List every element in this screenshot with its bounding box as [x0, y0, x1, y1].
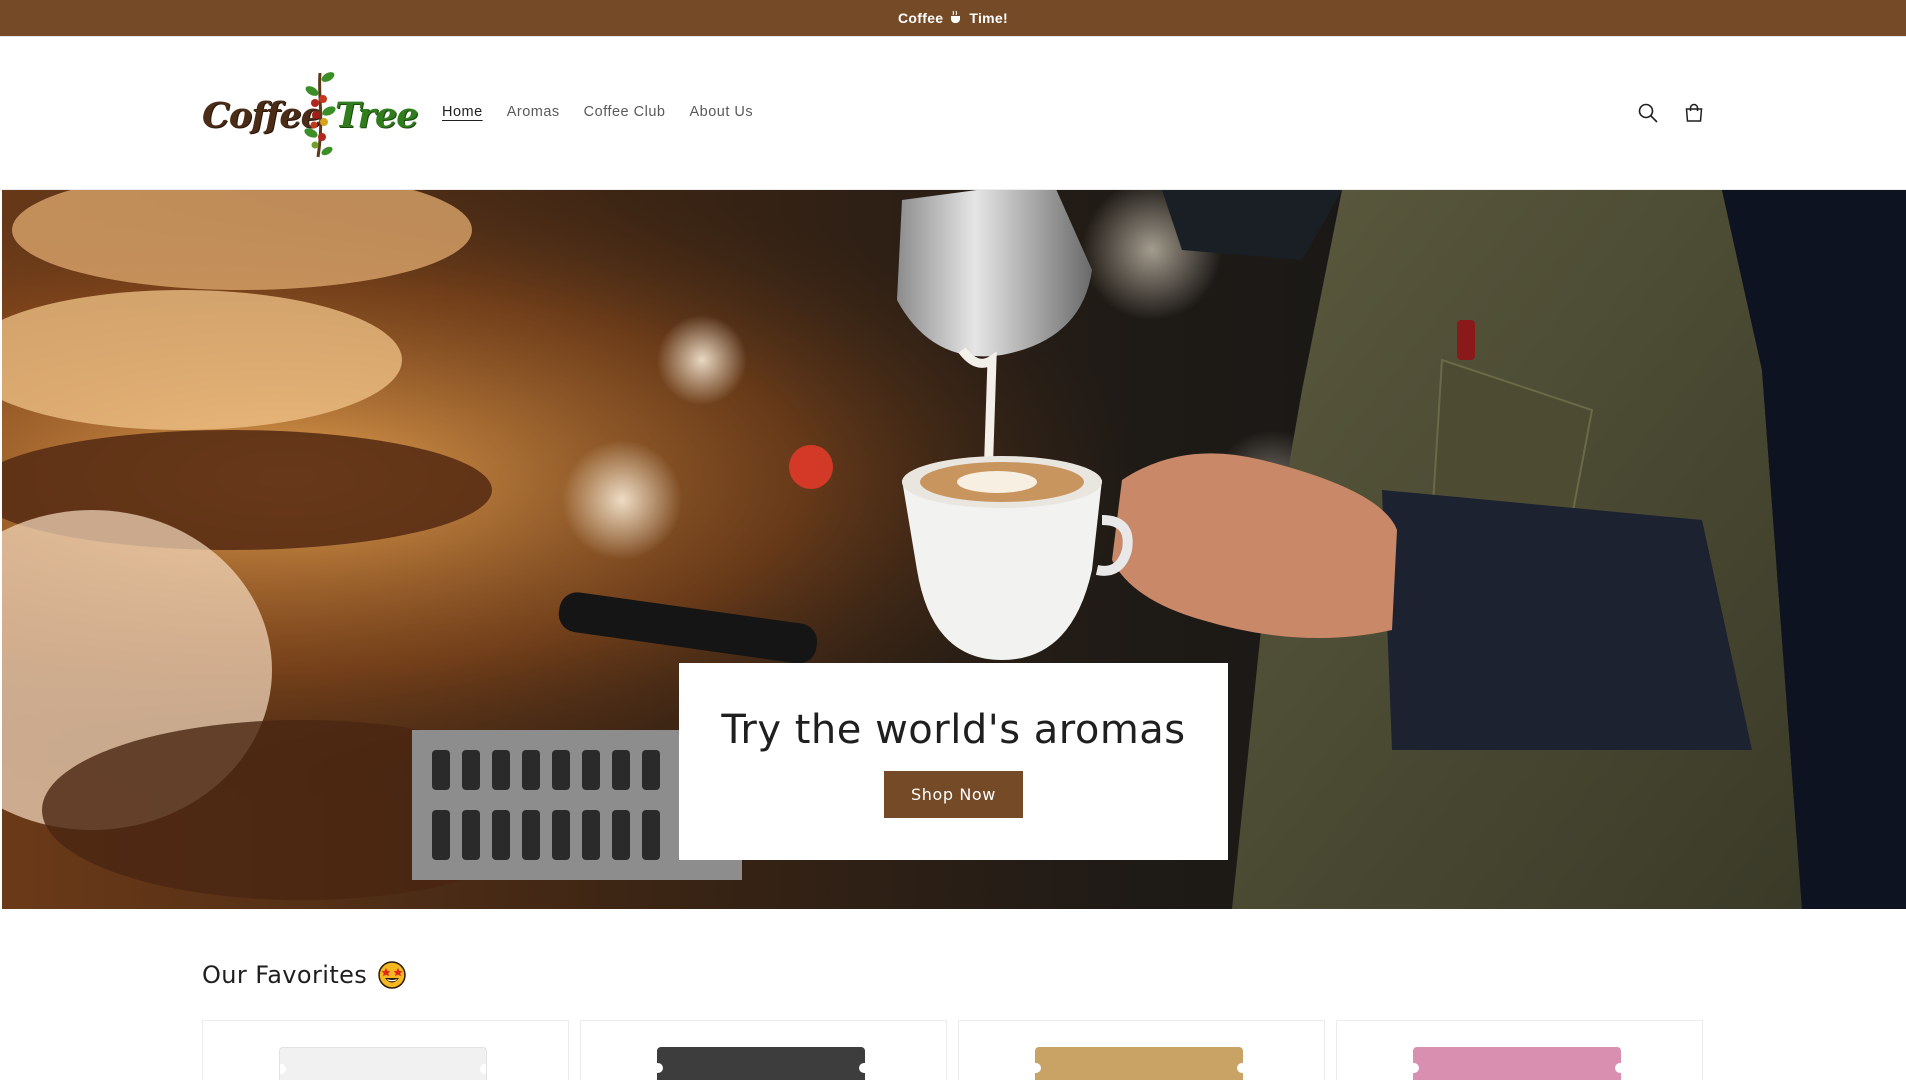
shop-now-button[interactable]: Shop Now — [884, 771, 1023, 818]
product-card[interactable] — [1336, 1020, 1703, 1080]
nav-item-aromas[interactable]: Aromas — [507, 104, 560, 120]
header-actions — [1636, 101, 1706, 125]
announcement-bar: Coffee Time! — [0, 0, 1906, 37]
favorites-heading: Our Favorites — [202, 960, 407, 990]
hero-card: Try the world's aromas Shop Now — [679, 663, 1228, 860]
brand-logo[interactable]: Coffee Tree — [202, 67, 418, 163]
nav-item-home[interactable]: Home — [442, 104, 483, 120]
announcement-text-end: Time! — [969, 10, 1008, 26]
product-card[interactable] — [202, 1020, 569, 1080]
hero-heading: Try the world's aromas — [721, 707, 1186, 753]
search-icon[interactable] — [1636, 101, 1660, 125]
product-card[interactable] — [580, 1020, 947, 1080]
coffee-cup-icon — [949, 10, 963, 27]
product-image — [1035, 1047, 1243, 1080]
product-image — [279, 1047, 487, 1080]
cart-icon[interactable] — [1682, 101, 1706, 125]
coffee-branch-icon — [304, 72, 336, 158]
product-image — [1413, 1047, 1621, 1080]
favorites-product-grid — [202, 1020, 1703, 1080]
site-header: Coffee Tree Home Aromas Coffee Club Abou… — [0, 37, 1906, 190]
announcement-text-start: Coffee — [898, 10, 944, 26]
nav-item-about-us[interactable]: About Us — [689, 104, 753, 120]
hero-banner: Try the world's aromas Shop Now — [2, 190, 1906, 909]
product-image — [657, 1047, 865, 1080]
favorites-title: Our Favorites — [202, 961, 368, 989]
logo-word-tree: Tree — [335, 95, 418, 136]
star-struck-face-icon — [378, 961, 406, 989]
nav-item-coffee-club[interactable]: Coffee Club — [584, 104, 666, 120]
main-nav: Home Aromas Coffee Club About Us — [442, 104, 777, 120]
product-card[interactable] — [958, 1020, 1325, 1080]
